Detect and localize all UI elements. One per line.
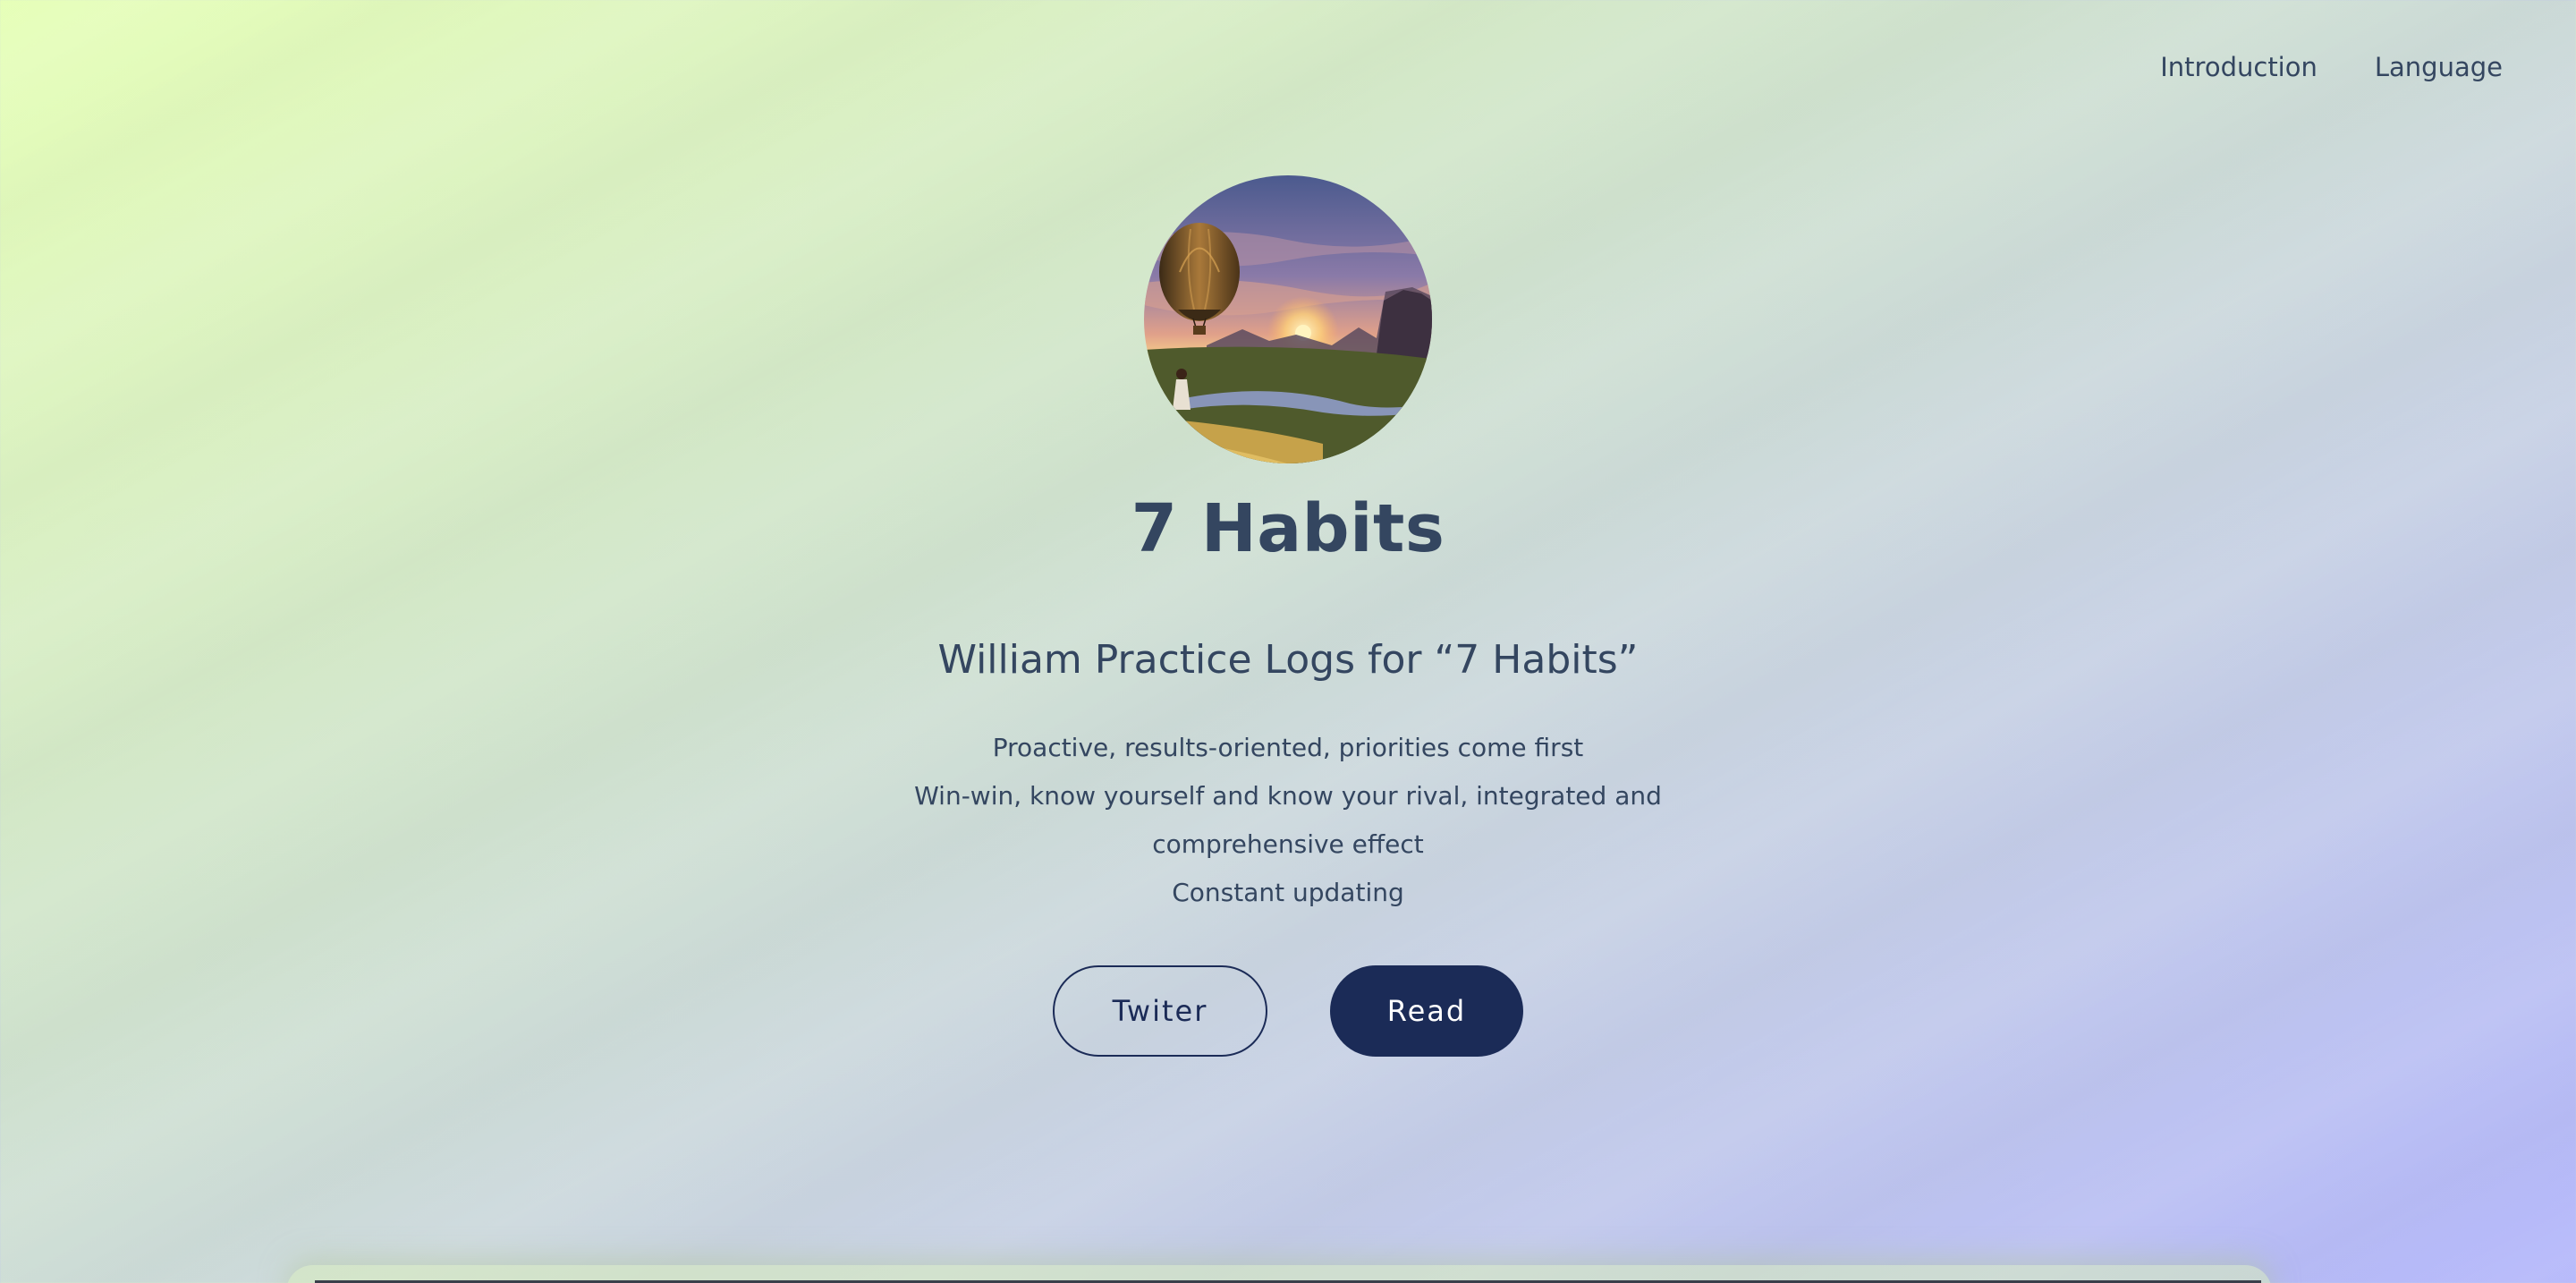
description-line: Win-win, know yourself and know your riv…	[914, 781, 1662, 859]
description-line: Proactive, results-oriented, priorities …	[992, 733, 1584, 762]
nav-introduction[interactable]: Introduction	[2160, 52, 2318, 82]
description-line: Constant updating	[1172, 878, 1404, 907]
read-button[interactable]: Read	[1330, 965, 1523, 1057]
page-title: 7 Habits	[1131, 490, 1445, 567]
action-buttons: Twiter Read	[1053, 965, 1523, 1057]
twitter-button[interactable]: Twiter	[1053, 965, 1267, 1057]
hot-air-balloon-image	[1144, 175, 1432, 463]
avatar	[1144, 175, 1432, 463]
nav-language[interactable]: Language	[2375, 52, 2503, 82]
top-nav: Introduction Language	[2160, 52, 2503, 82]
description: Proactive, results-oriented, priorities …	[859, 724, 1717, 917]
hero-section: 7 Habits William Practice Logs for “7 Ha…	[0, 175, 2576, 1057]
page-subtitle: William Practice Logs for “7 Habits”	[937, 637, 1639, 683]
